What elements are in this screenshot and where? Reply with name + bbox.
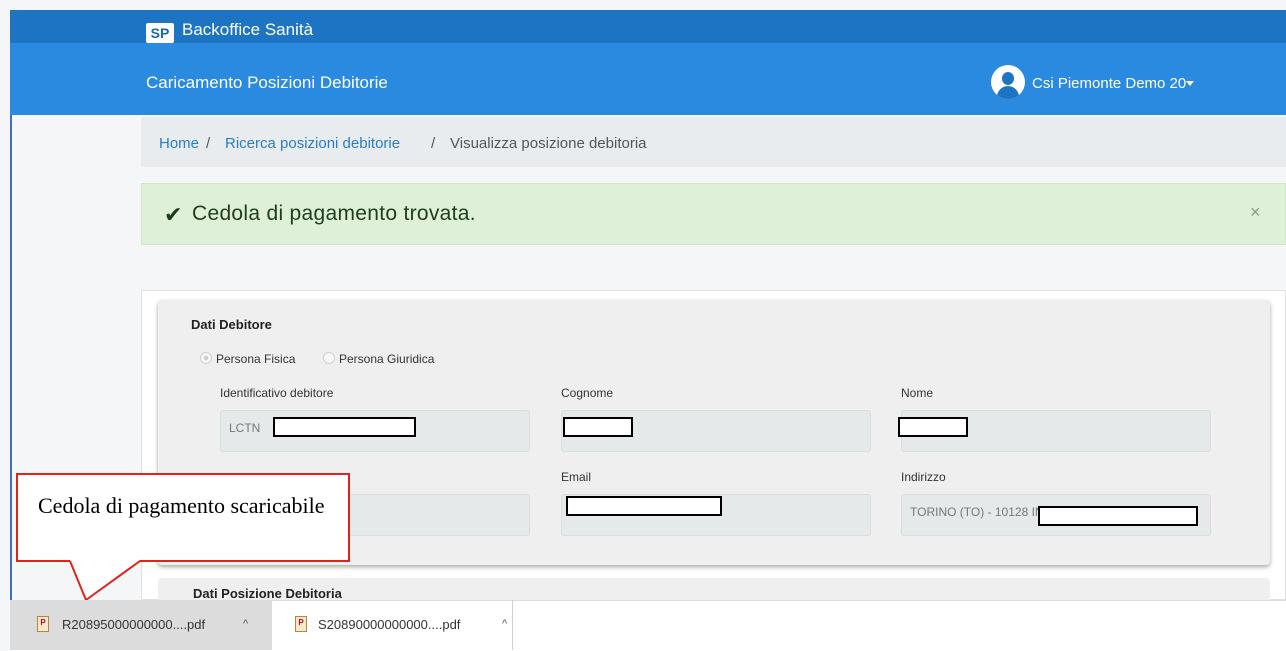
section-title-position: Dati Posizione Debitoria (193, 586, 342, 601)
breadcrumb: Home / Ricerca posizioni debitorie / Vis… (141, 117, 1286, 167)
check-icon: ✔ (164, 202, 183, 227)
radio-selected-icon[interactable] (200, 352, 212, 364)
download-item-1[interactable]: P R20895000000000....pdf ^ (10, 600, 272, 650)
chevron-down-icon[interactable] (1186, 81, 1194, 86)
success-alert: ✔ Cedola di pagamento trovata. × (141, 183, 1286, 245)
redaction-box (273, 417, 416, 437)
name-label: Nome (901, 386, 934, 400)
email-label: Email (561, 470, 592, 484)
radio-unselected-icon[interactable] (323, 352, 335, 364)
section-title-debtor: Dati Debitore (191, 317, 272, 332)
id-value: LCTN (229, 421, 261, 435)
redaction-box (566, 496, 722, 516)
address-label: Indirizzo (901, 470, 946, 484)
user-avatar-icon[interactable] (991, 65, 1025, 99)
breadcrumb-current: Visualizza posizione debitoria (450, 135, 647, 152)
window-frame-line (10, 115, 12, 600)
surname-label: Cognome (561, 386, 614, 400)
callout-box: Cedola di pagamento scaricabile (16, 473, 350, 562)
chevron-up-icon[interactable]: ^ (502, 618, 507, 630)
download-item-2[interactable]: P S20890000000000....pdf ^ (272, 600, 512, 650)
page-title: Caricamento Posizioni Debitorie (146, 73, 388, 92)
callout-pointer (69, 560, 141, 602)
radio-label: Persona Giuridica (339, 352, 435, 366)
sp-logo: SP (146, 23, 174, 43)
redaction-box (1038, 506, 1198, 526)
user-menu-toggle[interactable]: Csi Piemonte Demo 20 (1032, 75, 1186, 92)
download-separator (512, 600, 513, 650)
redaction-box (563, 417, 633, 437)
download-filename[interactable]: S20890000000000....pdf (318, 617, 460, 632)
radio-label: Persona Fisica (216, 352, 296, 366)
breadcrumb-separator: / (206, 135, 211, 152)
redaction-box (898, 417, 968, 437)
id-label: Identificativo debitore (220, 386, 334, 400)
radio-persona-fisica[interactable]: Persona Fisica (200, 352, 295, 366)
breadcrumb-separator: / (431, 135, 436, 152)
radio-persona-giuridica[interactable]: Persona Giuridica (323, 352, 434, 366)
breadcrumb-home-link[interactable]: Home (159, 135, 199, 152)
app-title[interactable]: Backoffice Sanità (182, 20, 313, 40)
alert-message: Cedola di pagamento trovata. (192, 202, 476, 225)
callout-text: Cedola di pagamento scaricabile (38, 493, 325, 518)
download-filename[interactable]: R20895000000000....pdf (62, 617, 205, 632)
chevron-up-icon[interactable]: ^ (243, 618, 248, 630)
close-icon[interactable]: × (1250, 202, 1261, 223)
breadcrumb-search-link[interactable]: Ricerca posizioni debitorie (225, 135, 400, 152)
pdf-file-icon: P (37, 616, 49, 632)
pdf-file-icon: P (295, 616, 307, 632)
